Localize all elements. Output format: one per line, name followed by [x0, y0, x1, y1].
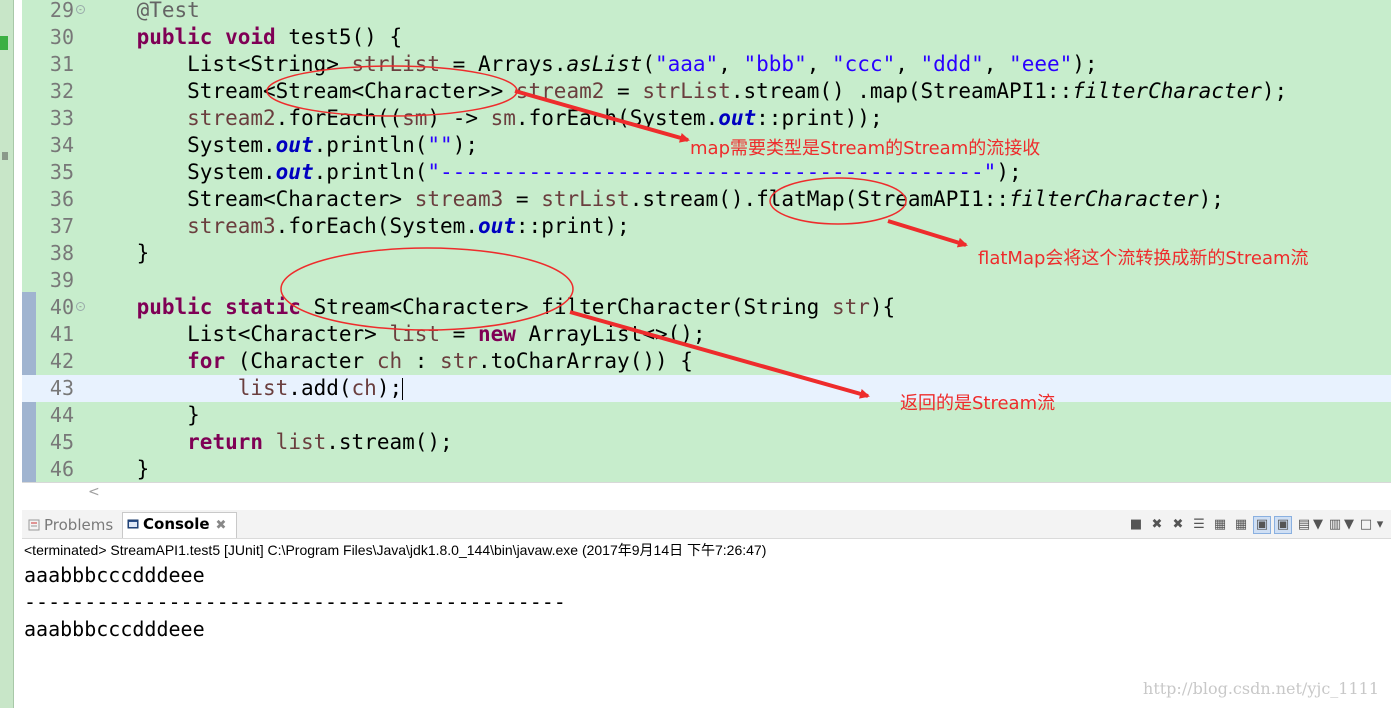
line-number: 29	[49, 0, 74, 22]
code-line[interactable]: 35 System.out.println("-----------------…	[22, 159, 1391, 186]
code-line[interactable]: 40- public static Stream<Character> filt…	[22, 294, 1391, 321]
code-text: public static Stream<Character> filterCh…	[136, 295, 896, 319]
line-number: 41	[49, 322, 74, 346]
console-icon	[127, 519, 139, 529]
scroll-left-icon[interactable]: <	[88, 483, 100, 501]
code-text: list.add(ch);	[237, 376, 404, 400]
code-text: public void test5() {	[136, 25, 403, 49]
line-number: 45	[49, 430, 74, 454]
line-number: 31	[49, 52, 74, 76]
word-wrap-icon[interactable]: ▦	[1232, 516, 1250, 534]
code-line[interactable]: 29- @Test	[22, 0, 1391, 24]
open-console-icon[interactable]: ▤	[1295, 516, 1313, 534]
code-text: System.out.println("");	[86, 133, 478, 157]
code-line[interactable]: 39	[22, 267, 1391, 294]
line-number: 42	[49, 349, 74, 373]
output-line: ----------------------------------------…	[24, 590, 566, 614]
line-number: 30	[49, 25, 74, 49]
line-number: 44	[49, 403, 74, 427]
annotation-flatmap: flatMap会将这个流转换成新的Stream流	[978, 248, 1309, 269]
line-number: 39	[49, 268, 74, 292]
code-text: }	[86, 241, 150, 265]
console-tab-bar: Problems Console ✖ ■ ✖ ✖ ☰ ▦ ▦ ▣ ▣ ▤ ▼ ▥ ▼ □ ▾	[22, 510, 1391, 539]
scroll-lock-icon[interactable]: ☰	[1190, 516, 1208, 534]
code-text: Stream<Character> stream3 = strList.stre…	[86, 187, 1224, 211]
horizontal-scrollbar[interactable]: <	[22, 482, 1391, 503]
code-line[interactable]: 33 stream2.forEach((sm) -> sm.forEach(Sy…	[22, 105, 1391, 132]
new-console-menu-icon[interactable]: ▼	[1344, 516, 1354, 534]
code-text: stream2.forEach((sm) -> sm.forEach(Syste…	[187, 106, 883, 130]
code-line[interactable]: 32 Stream<Stream<Character>> stream2 = s…	[22, 78, 1391, 105]
line-number: 33	[49, 106, 74, 130]
pin-console-icon[interactable]: ▣	[1253, 515, 1271, 534]
code-line[interactable]: 42 for (Character ch : str.toCharArray()…	[22, 348, 1391, 375]
code-editor[interactable]: 29- @Test 30 public void test5() {31 List…	[22, 0, 1391, 482]
tab-console[interactable]: Console ✖	[122, 512, 238, 538]
code-text: List<Character> list = new ArrayList<>()…	[86, 322, 706, 346]
line-number: 46	[49, 457, 74, 481]
tab-problems-label: Problems	[44, 516, 114, 534]
annotation-map: map需要类型是Stream的Stream的流接收	[690, 138, 1041, 159]
code-line[interactable]: 45 return list.stream();	[22, 429, 1391, 456]
output-line: aaabbbcccdddeee	[24, 617, 205, 641]
line-number: 32	[49, 79, 74, 103]
code-line[interactable]: 31 List<String> strList = Arrays.asList(…	[22, 51, 1391, 78]
show-on-output-icon[interactable]: ▦	[1211, 516, 1229, 534]
code-line[interactable]: 41 List<Character> list = new ArrayList<…	[22, 321, 1391, 348]
close-icon[interactable]: ✖	[216, 518, 227, 533]
code-text: for (Character ch : str.toCharArray()) {	[187, 349, 693, 373]
annotation-return: 返回的是Stream流	[900, 393, 1056, 414]
collapse-marker	[2, 152, 8, 160]
new-console-icon[interactable]: ▥	[1326, 516, 1344, 534]
tab-problems[interactable]: Problems	[24, 514, 113, 536]
code-text: List<String> strList = Arrays.asList("aa…	[86, 52, 1098, 76]
watermark: http://blog.csdn.net/yjc_1111	[1143, 679, 1379, 698]
line-number: 38	[49, 241, 74, 265]
code-text: System.out.println("--------------------…	[86, 160, 1022, 184]
display-selected-icon[interactable]: ▣	[1274, 515, 1292, 534]
minimize-icon[interactable]: □	[1357, 516, 1375, 534]
open-console-menu-icon[interactable]: ▼	[1313, 516, 1323, 534]
fold-toggle-icon[interactable]: -	[76, 302, 85, 311]
launch-status: <terminated> StreamAPI1.test5 [JUnit] C:…	[24, 542, 767, 558]
line-number: 40	[49, 295, 74, 319]
code-text: return list.stream();	[187, 430, 453, 454]
view-menu-icon[interactable]: ▾	[1375, 516, 1385, 534]
remove-all-icon[interactable]: ✖	[1169, 516, 1187, 534]
console-output[interactable]: aaabbbcccdddeee -------------------------…	[24, 562, 566, 643]
fold-toggle-icon[interactable]: -	[76, 5, 85, 14]
console-view: Problems Console ✖ ■ ✖ ✖ ☰ ▦ ▦ ▣ ▣ ▤ ▼ ▥ ▼ □ ▾ <termin…	[22, 510, 1391, 708]
code-text: }	[86, 457, 150, 481]
code-text: Stream<Stream<Character>> stream2 = strL…	[86, 79, 1288, 103]
code-line[interactable]: 46 }	[22, 456, 1391, 482]
code-line[interactable]: 43 list.add(ch);	[22, 375, 1391, 402]
code-text: }	[86, 403, 200, 427]
terminate-icon[interactable]: ■	[1127, 516, 1145, 534]
change-marker	[0, 36, 8, 50]
code-line[interactable]: 30 public void test5() {	[22, 24, 1391, 51]
code-line[interactable]: 37 stream3.forEach(System.out::print);	[22, 213, 1391, 240]
tab-console-label: Console	[143, 515, 210, 533]
output-line: aaabbbcccdddeee	[24, 563, 205, 587]
remove-launch-icon[interactable]: ✖	[1148, 516, 1166, 534]
line-number: 36	[49, 187, 74, 211]
code-line[interactable]: 36 Stream<Character> stream3 = strList.s…	[22, 186, 1391, 213]
line-number: 43	[49, 376, 74, 400]
line-number: 37	[49, 214, 74, 238]
code-text: @Test	[86, 0, 200, 22]
left-side-strip	[0, 0, 14, 708]
line-number: 34	[49, 133, 74, 157]
code-text: stream3.forEach(System.out::print);	[187, 214, 630, 238]
code-line[interactable]: 44 }	[22, 402, 1391, 429]
line-number: 35	[49, 160, 74, 184]
console-toolbar: ■ ✖ ✖ ☰ ▦ ▦ ▣ ▣ ▤ ▼ ▥ ▼ □ ▾	[1124, 514, 1385, 534]
problems-icon	[28, 519, 40, 531]
